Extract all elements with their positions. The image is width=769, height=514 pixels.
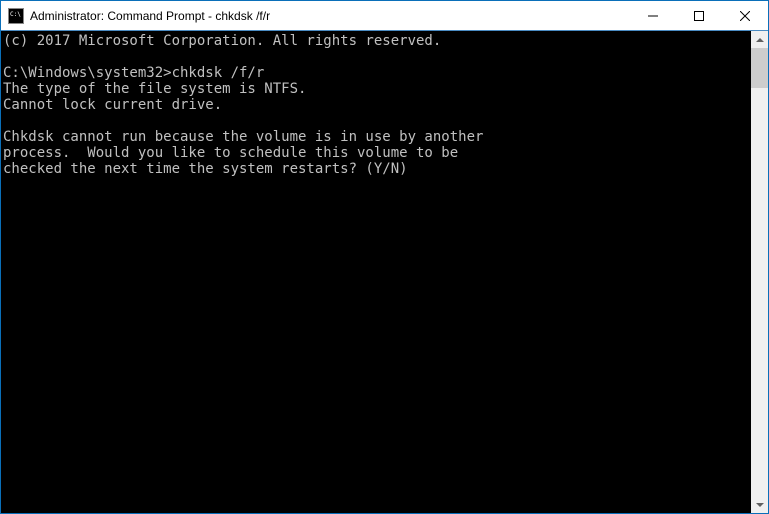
titlebar[interactable]: C:\ Administrator: Command Prompt - chkd…	[1, 1, 768, 31]
client-area: (c) 2017 Microsoft Corporation. All righ…	[1, 31, 768, 513]
close-icon	[740, 11, 750, 21]
terminal-line: C:\Windows\system32>chkdsk /f/r	[3, 65, 749, 81]
chevron-down-icon	[756, 501, 764, 509]
terminal-line: Cannot lock current drive.	[3, 97, 749, 113]
terminal-line: Chkdsk cannot run because the volume is …	[3, 129, 749, 145]
terminal-line: (c) 2017 Microsoft Corporation. All righ…	[3, 33, 749, 49]
window-title: Administrator: Command Prompt - chkdsk /…	[30, 9, 270, 23]
scroll-down-button[interactable]	[751, 496, 768, 513]
scroll-up-button[interactable]	[751, 31, 768, 48]
vertical-scrollbar[interactable]	[751, 31, 768, 513]
maximize-icon	[694, 11, 704, 21]
close-button[interactable]	[722, 1, 768, 30]
terminal-line: checked the next time the system restart…	[3, 161, 749, 177]
terminal-output[interactable]: (c) 2017 Microsoft Corporation. All righ…	[1, 31, 751, 513]
minimize-icon	[648, 11, 658, 21]
terminal-line	[3, 113, 749, 129]
chevron-up-icon	[756, 36, 764, 44]
terminal-line: process. Would you like to schedule this…	[3, 145, 749, 161]
svg-text:C:\: C:\	[10, 11, 21, 18]
window-controls	[630, 1, 768, 30]
minimize-button[interactable]	[630, 1, 676, 30]
scroll-thumb[interactable]	[751, 48, 768, 88]
maximize-button[interactable]	[676, 1, 722, 30]
command-prompt-window: C:\ Administrator: Command Prompt - chkd…	[0, 0, 769, 514]
terminal-line: The type of the file system is NTFS.	[3, 81, 749, 97]
app-icon: C:\	[8, 8, 24, 24]
terminal-line	[3, 49, 749, 65]
